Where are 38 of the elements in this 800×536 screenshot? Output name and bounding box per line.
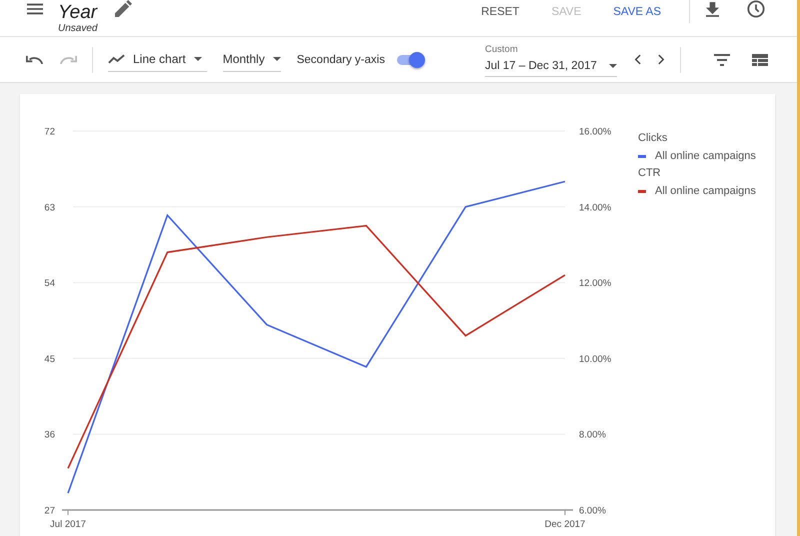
y-axis-label: 72 xyxy=(44,126,55,138)
toggle-switch[interactable] xyxy=(394,52,425,68)
legend-metric: CTR xyxy=(638,166,662,181)
date-range-label: Custom xyxy=(485,44,519,55)
y-axis-label: 16.00% xyxy=(579,126,612,138)
save-status: Unsaved xyxy=(58,23,98,35)
y-axis-label: 6.00% xyxy=(579,506,606,516)
secondary-axis-label: Secondary y-axis xyxy=(296,54,385,66)
y-axis-label: 27 xyxy=(44,506,55,516)
clock-icon[interactable] xyxy=(747,0,765,18)
chevron-right-icon[interactable] xyxy=(658,54,665,65)
y-axis-label: 36 xyxy=(44,430,55,441)
legend-label: All online campaigns xyxy=(655,184,756,199)
chart-type-dropdown[interactable]: Line chart xyxy=(108,48,207,72)
undo-icon[interactable] xyxy=(26,55,44,64)
date-range-dropdown[interactable]: Jul 17 – Dec 31, 2017 xyxy=(485,55,617,77)
pencil-icon[interactable] xyxy=(115,0,132,16)
interval-dropdown[interactable]: Monthly xyxy=(222,48,281,72)
y-axis-label: 8.00% xyxy=(579,430,606,441)
y-axis-label: 45 xyxy=(44,354,55,365)
y-axis-label: 10.00% xyxy=(579,354,612,365)
action-button[interactable]: SAVE AS xyxy=(613,6,661,18)
report-title: Year xyxy=(58,3,98,23)
action-button[interactable]: RESET xyxy=(481,6,520,18)
x-axis-label: Jul 2017 xyxy=(50,519,86,530)
table-layout-icon[interactable] xyxy=(752,54,768,66)
line-chart-icon xyxy=(108,54,125,64)
y-axis-label: 54 xyxy=(44,278,55,290)
chevron-left-icon[interactable] xyxy=(634,54,641,65)
y-axis-label: 14.00% xyxy=(579,202,612,214)
legend-metric: Clicks xyxy=(638,131,668,146)
legend-label: All online campaigns xyxy=(655,149,756,164)
menu-icon[interactable] xyxy=(27,3,43,15)
y-axis-label: 12.00% xyxy=(579,278,612,290)
download-icon[interactable] xyxy=(706,2,719,16)
filter-icon[interactable] xyxy=(714,54,730,66)
y-axis-label: 63 xyxy=(44,202,55,214)
x-axis-label: Dec 2017 xyxy=(544,519,586,530)
